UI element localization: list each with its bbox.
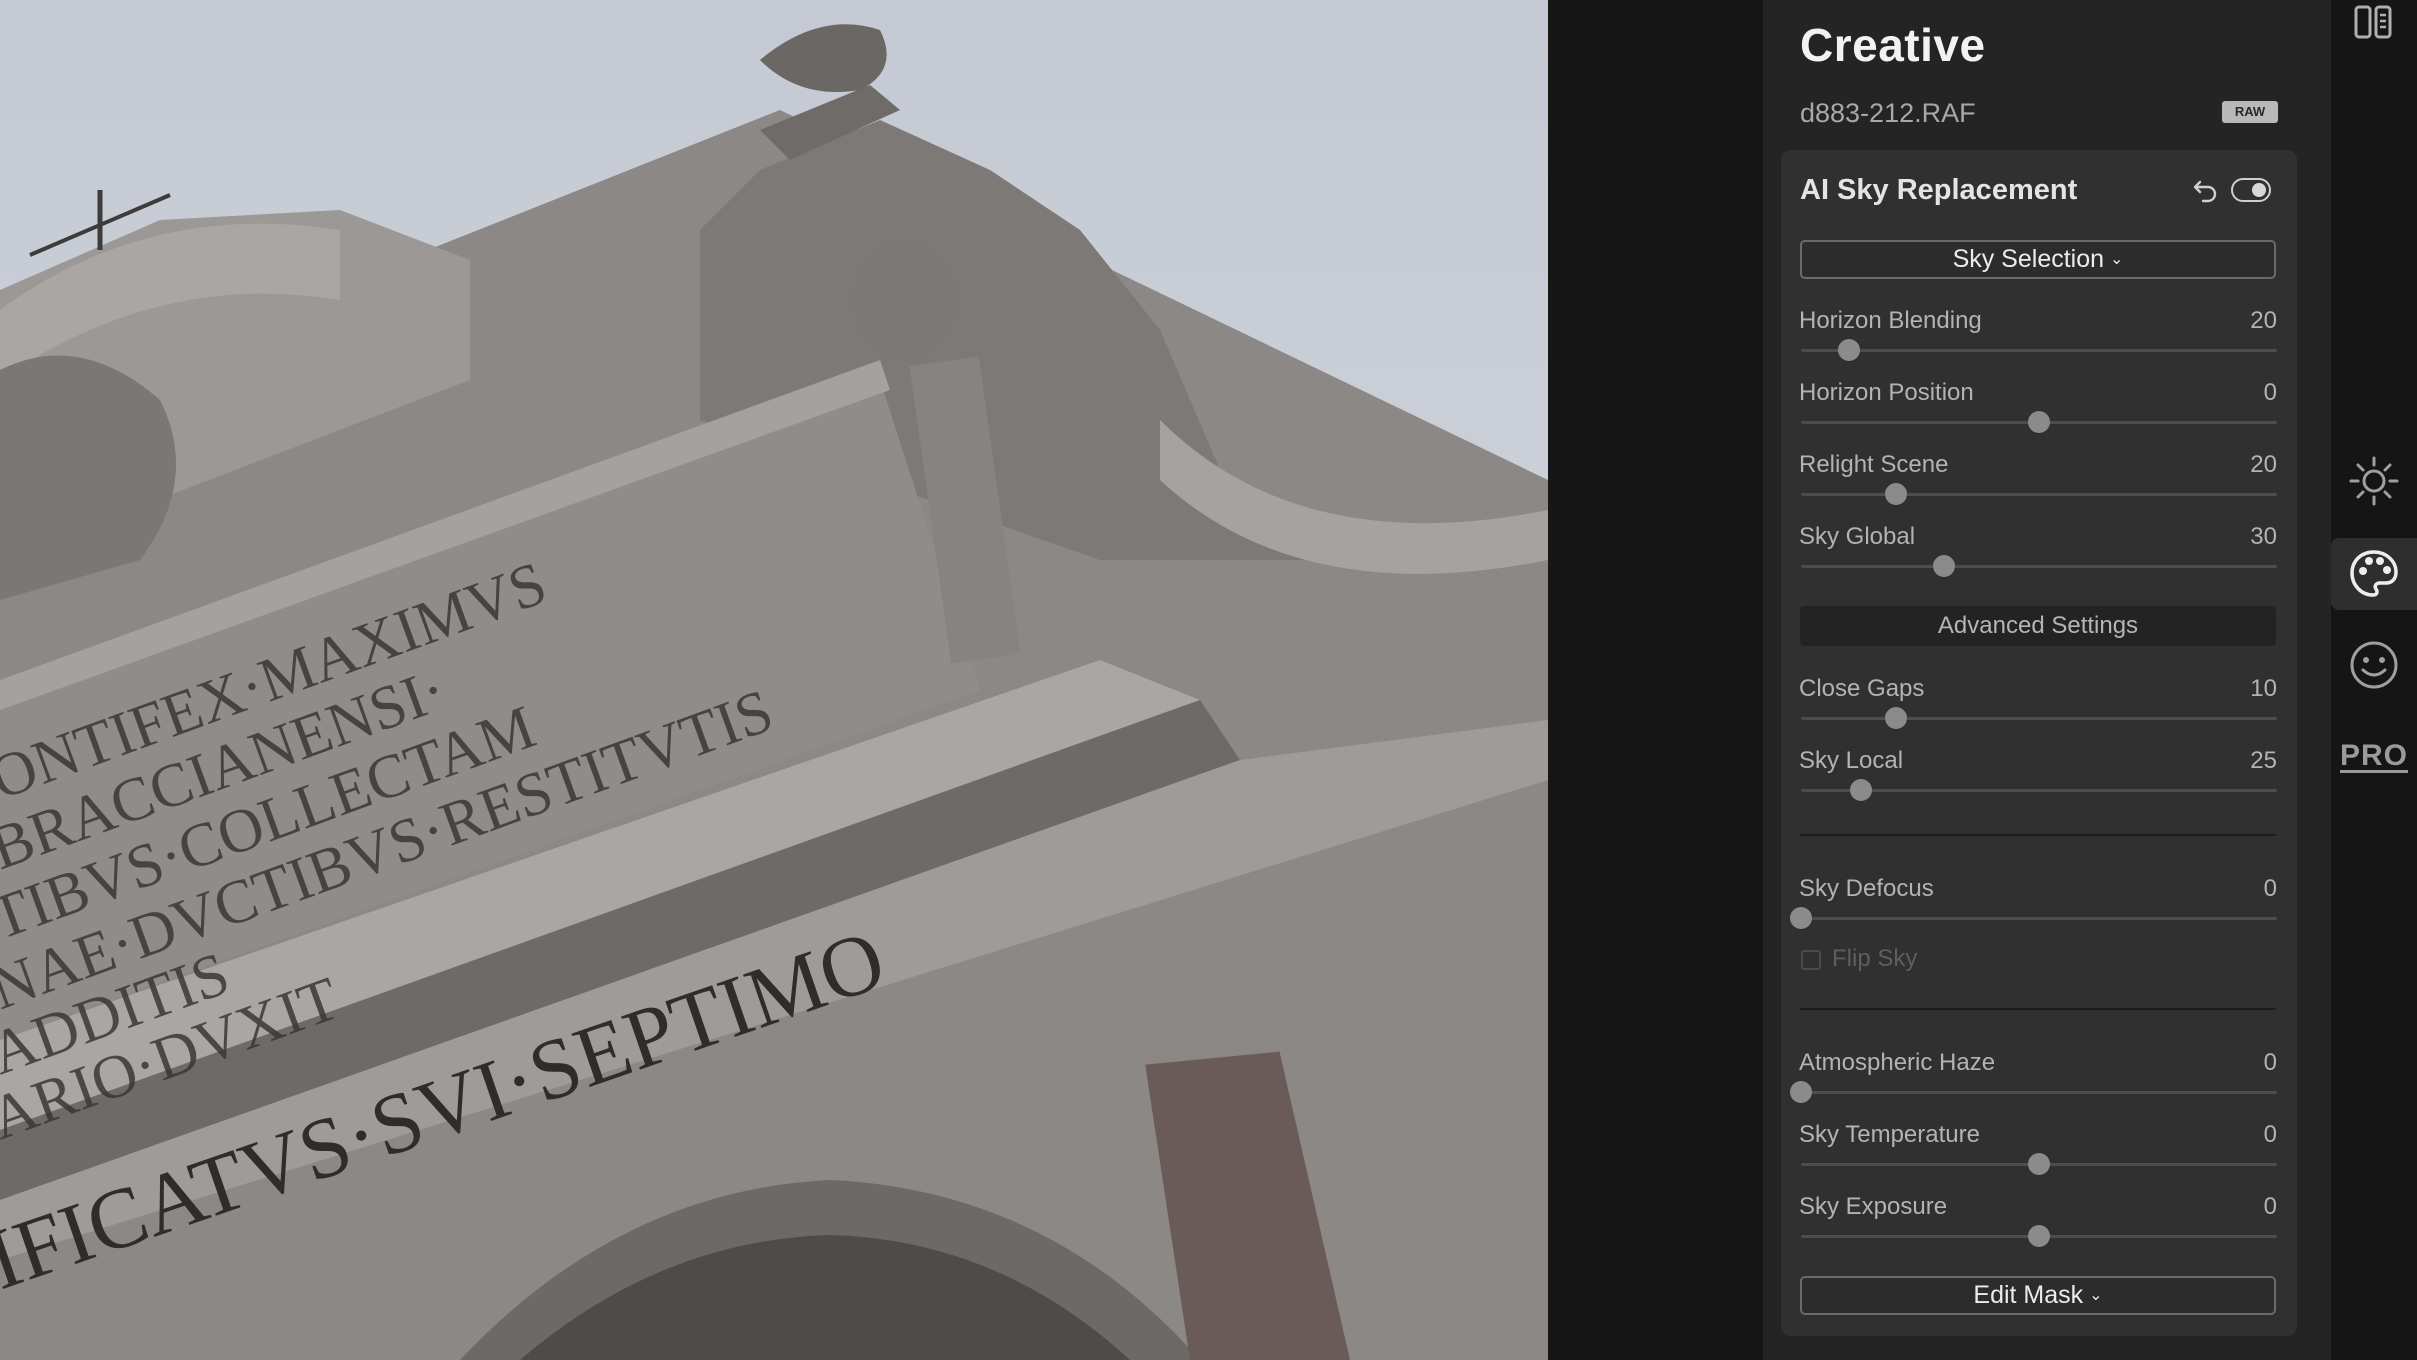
slider-label: Sky Temperature [1799,1121,1980,1148]
slider-value: 20 [2250,451,2277,478]
canvas-gutter [1548,0,1763,1360]
sun-icon[interactable] [2331,446,2417,516]
slider-track[interactable] [1801,339,2277,361]
slider-value: 0 [2263,1193,2277,1220]
tool-title: AI Sky Replacement [1800,174,2078,206]
slider-thumb[interactable] [1885,707,1908,729]
slider-value: 30 [2250,523,2277,550]
slider-track[interactable] [1801,411,2277,433]
slider-track[interactable] [1790,1081,2277,1103]
slider-track[interactable] [1790,907,2277,929]
slider-value: 0 [2263,875,2277,902]
flip-sky-checkbox[interactable] [1801,950,1821,970]
chevron-down-icon: ⌄ [2110,251,2124,268]
toggle-switch-icon[interactable] [2231,178,2271,202]
advanced-settings-button[interactable]: Advanced Settings [1800,606,2276,646]
slider-label: Horizon Blending [1799,307,1982,334]
compare-panels-icon[interactable] [2331,0,2417,58]
flip-sky-label: Flip Sky [1832,945,1918,972]
slider-thumb[interactable] [1849,779,1872,801]
slider-thumb[interactable] [1837,339,1860,361]
slider-label: Sky Exposure [1799,1193,1948,1220]
raw-badge: RAW [2222,101,2278,123]
file-name: d883-212.RAF [1800,98,1976,128]
pro-icon[interactable]: PRO [2331,722,2417,792]
slider-label: Sky Global [1799,523,1916,550]
slider-value: 0 [2263,1121,2277,1148]
slider-track[interactable] [1801,1153,2277,1175]
slider-thumb[interactable] [2028,1225,2050,1247]
slider-thumb[interactable] [1885,483,1908,505]
ai-sky-replacement-tool: AI Sky Replacement Sky Selection ⌄ Horizo… [1781,150,2297,1336]
edit-mask-label: Edit Mask [1973,1281,2084,1309]
toggle-knob [2252,183,2266,197]
slider-track[interactable] [1801,483,2277,505]
smiley-face-icon[interactable] [2331,630,2417,700]
chevron-down-icon: ⌄ [2089,1287,2103,1304]
slider-value: 25 [2250,747,2277,774]
slider-track[interactable] [1801,707,2277,729]
edit-mask-dropdown[interactable]: Edit Mask ⌄ [1800,1276,2276,1315]
slider-thumb[interactable] [1790,907,1812,929]
slider-value: 20 [2250,307,2277,334]
undo-icon[interactable] [2191,174,2221,204]
slider-track[interactable] [1801,779,2277,801]
slider-label: Sky Defocus [1799,875,1934,902]
section-divider [1800,1008,2276,1010]
sky-selection-label: Sky Selection [1952,245,2105,273]
slider-track[interactable] [1801,555,2277,577]
photo-canvas[interactable]: ONTIFEX·MAXIMVS BRACCIANENSI· TIBVS·COLL… [0,0,1548,1360]
slider-thumb[interactable] [1790,1081,1812,1103]
tool-category-rail: PRO [2331,0,2417,1360]
slider-thumb[interactable] [2028,1153,2050,1175]
section-divider [1800,834,2276,836]
slider-value: 0 [2263,379,2277,406]
slider-thumb[interactable] [2028,411,2050,433]
slider-label: Atmospheric Haze [1799,1049,1996,1076]
sky-selection-dropdown[interactable]: Sky Selection ⌄ [1800,240,2276,279]
slider-label: Horizon Position [1799,379,1974,406]
photo-image: ONTIFEX·MAXIMVS BRACCIANENSI· TIBVS·COLL… [0,24,1548,1360]
palette-icon[interactable] [2331,538,2417,610]
adjustments-panel: Creative d883-212.RAF RAW AI Sky Replace… [1763,0,2331,1360]
slider-label: Relight Scene [1799,451,1949,478]
slider-value: 10 [2250,675,2277,702]
slider-thumb[interactable] [1932,555,1955,577]
slider-track[interactable] [1801,1225,2277,1247]
slider-value: 0 [2263,1049,2277,1076]
panel-title: Creative [1800,19,1986,71]
pro-label: PRO [2339,738,2408,773]
slider-label: Close Gaps [1799,675,1925,702]
slider-label: Sky Local [1799,747,1904,774]
